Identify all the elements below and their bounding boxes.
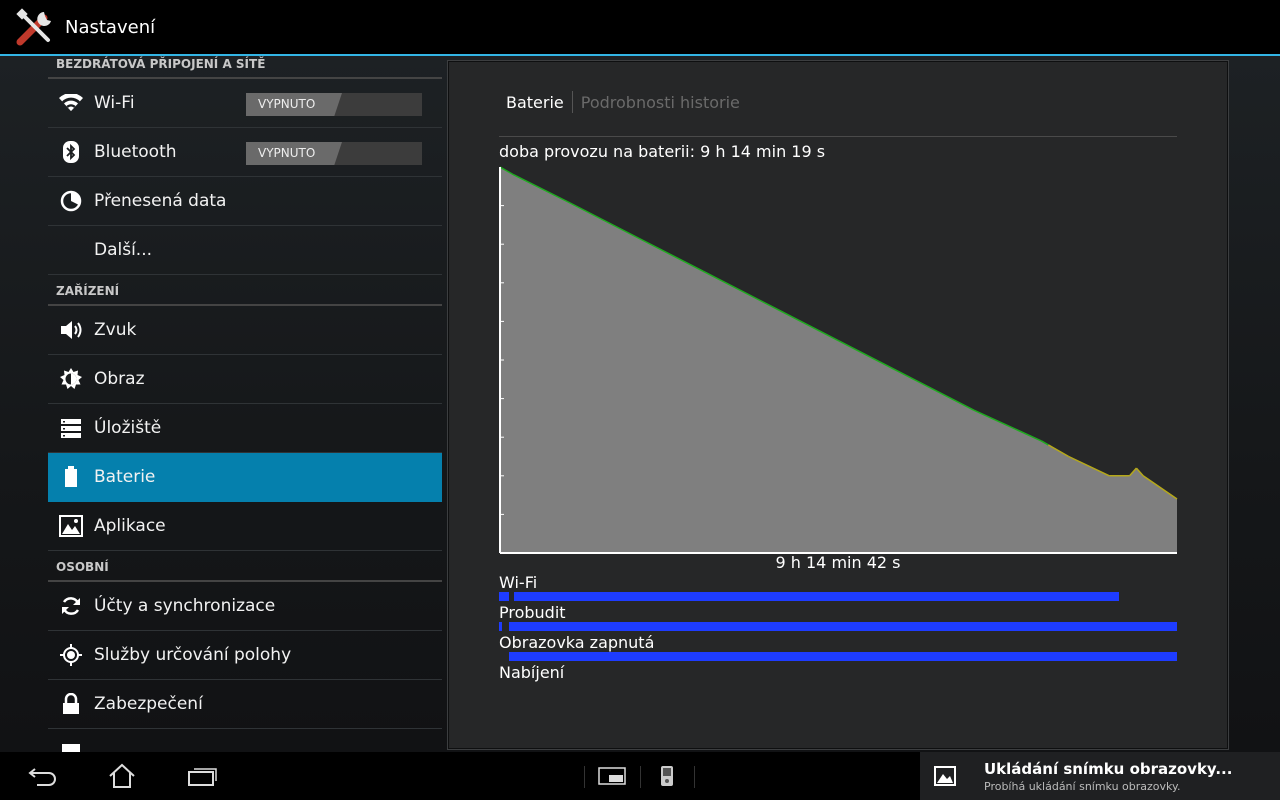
sidebar-item-label: Další... xyxy=(94,240,153,260)
device-icon[interactable] xyxy=(652,752,682,800)
notification-text: Probíhá ukládání snímku obrazovky. xyxy=(984,780,1181,793)
location-icon xyxy=(48,631,94,680)
sidebar-item-security[interactable]: Zabezpečení xyxy=(48,680,442,729)
sidebar-item-apps[interactable]: Aplikace xyxy=(48,502,442,551)
sidebar-item-more[interactable]: Další... xyxy=(48,226,442,275)
bluetooth-toggle[interactable]: VYPNUTO xyxy=(246,142,422,165)
sidebar-item-label: Bluetooth xyxy=(94,142,177,162)
settings-sidebar[interactable]: BEZDRÁTOVÁ PŘIPOJENÍ A SÍTĚ Wi-Fi VYPNUT… xyxy=(48,56,442,752)
lock-icon xyxy=(48,680,94,729)
wifi-toggle[interactable]: VYPNUTO xyxy=(246,93,422,116)
sidebar-item-wifi[interactable]: Wi-Fi VYPNUTO xyxy=(48,79,442,128)
brightness-icon xyxy=(48,355,94,404)
activity-row-label: Nabíjení xyxy=(499,663,565,682)
sidebar-item-label: Aplikace xyxy=(94,516,166,536)
tab-divider xyxy=(499,136,1177,137)
chart-duration-label: 9 h 14 min 42 s xyxy=(775,553,901,572)
battery-level-chart[interactable] xyxy=(498,165,1179,555)
tab-history-details[interactable]: Podrobnosti historie xyxy=(581,93,740,112)
sidebar-item-label: Zvuk xyxy=(94,320,137,340)
activity-row-label: Obrazovka zapnutá xyxy=(499,633,655,652)
battery-tabs: Baterie Podrobnosti historie xyxy=(506,91,740,113)
language-icon xyxy=(48,729,94,752)
sidebar-item-label: Přenesená data xyxy=(94,191,227,211)
activity-bar-segment xyxy=(499,622,502,631)
sync-icon xyxy=(48,582,94,631)
section-header-wireless: BEZDRÁTOVÁ PŘIPOJENÍ A SÍTĚ xyxy=(48,56,442,79)
bluetooth-icon xyxy=(48,128,94,177)
action-bar: Nastavení xyxy=(0,0,1280,56)
app-title: Nastavení xyxy=(65,17,156,38)
bluetooth-toggle-state: VYPNUTO xyxy=(246,142,342,165)
screen-window-icon[interactable] xyxy=(592,752,632,800)
sidebar-item-display[interactable]: Obraz xyxy=(48,355,442,404)
battery-icon xyxy=(48,453,94,502)
activity-bar-segment xyxy=(499,592,510,601)
sidebar-item-storage[interactable]: Úložiště xyxy=(48,404,442,453)
sidebar-item-accounts-sync[interactable]: Účty a synchronizace xyxy=(48,582,442,631)
sidebar-item-sound[interactable]: Zvuk xyxy=(48,306,442,355)
section-header-device: ZAŘÍZENÍ xyxy=(48,283,442,306)
activity-row-label: Wi-Fi xyxy=(499,573,538,592)
sidebar-item-label: Baterie xyxy=(94,467,156,487)
sidebar-item-location[interactable]: Služby určování polohy xyxy=(48,631,442,680)
battery-level-area xyxy=(500,167,1177,553)
apps-icon xyxy=(48,502,94,551)
activity-bar-segment xyxy=(509,652,1177,661)
data-usage-icon xyxy=(48,177,94,226)
nav-divider xyxy=(584,766,585,788)
sidebar-item-label: Obraz xyxy=(94,369,145,389)
sidebar-item-label: Zabezpečení xyxy=(94,694,203,714)
tab-battery[interactable]: Baterie xyxy=(506,93,564,112)
settings-content: BEZDRÁTOVÁ PŘIPOJENÍ A SÍTĚ Wi-Fi VYPNUT… xyxy=(0,56,1280,752)
sidebar-item-label: Wi-Fi xyxy=(94,93,135,113)
wifi-toggle-state: VYPNUTO xyxy=(246,93,342,116)
storage-icon xyxy=(48,404,94,453)
sidebar-item-label: Úložiště xyxy=(94,418,162,438)
nav-divider xyxy=(640,766,641,788)
activity-bar-segment xyxy=(513,592,1120,601)
sidebar-item-battery[interactable]: Baterie xyxy=(48,453,442,502)
screenshot-notification[interactable]: Ukládání snímku obrazovky... Probíhá ukl… xyxy=(920,752,1280,800)
battery-uptime: doba provozu na baterii: 9 h 14 min 19 s xyxy=(499,142,826,161)
speaker-icon xyxy=(48,306,94,355)
sidebar-item-label: Účty a synchronizace xyxy=(94,596,276,616)
sidebar-item-bluetooth[interactable]: Bluetooth VYPNUTO xyxy=(48,128,442,177)
recent-apps-icon[interactable] xyxy=(182,752,222,800)
image-icon xyxy=(934,766,956,790)
battery-panel: Baterie Podrobnosti historie doba provoz… xyxy=(447,60,1229,750)
tab-separator xyxy=(571,91,573,113)
sidebar-item-data-usage[interactable]: Přenesená data xyxy=(48,177,442,226)
section-header-personal: OSOBNÍ xyxy=(48,559,442,582)
activity-bar-segment xyxy=(509,622,1177,631)
back-icon[interactable] xyxy=(22,752,62,800)
nav-divider xyxy=(694,766,695,788)
activity-row-label: Probudit xyxy=(499,603,566,622)
notification-title: Ukládání snímku obrazovky... xyxy=(984,760,1233,778)
sidebar-item-label: Služby určování polohy xyxy=(94,645,292,665)
home-icon[interactable] xyxy=(102,752,142,800)
sidebar-item-partial[interactable] xyxy=(48,729,442,752)
settings-tools-icon[interactable] xyxy=(14,8,56,48)
wifi-icon xyxy=(48,79,94,128)
